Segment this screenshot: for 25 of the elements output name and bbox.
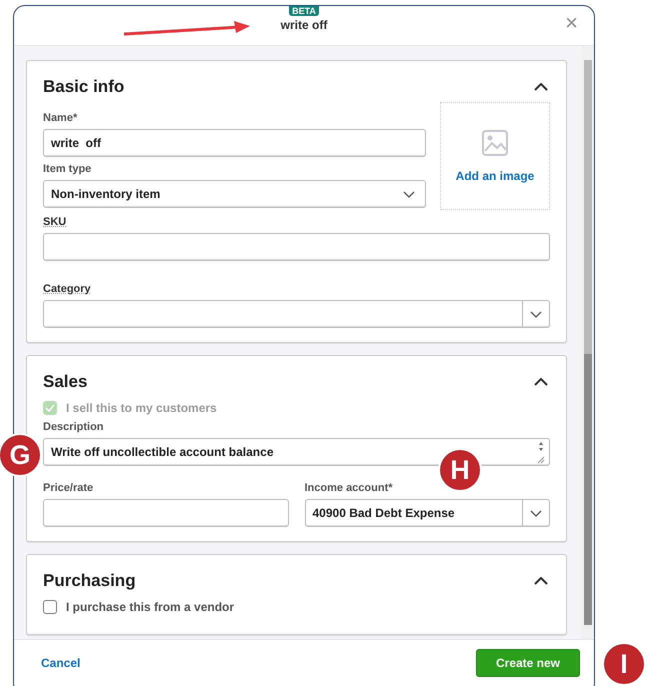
field-label: Category <box>43 283 91 295</box>
field-label: SKU <box>43 216 66 228</box>
close-button[interactable]: × <box>565 11 578 35</box>
cancel-link[interactable]: Cancel <box>41 656 80 670</box>
callout-marker: H <box>440 450 480 490</box>
section-title: Basic info <box>43 77 124 97</box>
field-label: Price/rate <box>43 482 94 494</box>
checkbox-label: I purchase this from a vendor <box>66 600 234 614</box>
create-new-button[interactable]: Create new <box>476 649 580 677</box>
dialog-title: write off <box>280 18 328 32</box>
item-type-dropdown[interactable]: Non-inventory item <box>43 180 426 208</box>
callout-marker: G <box>0 435 40 475</box>
add-image-link[interactable]: Add an image <box>456 169 534 183</box>
field-label: Income account* <box>304 482 393 494</box>
callout-marker: I <box>604 644 644 684</box>
checkbox-label: I sell this to my customers <box>66 401 217 415</box>
field-label: Name* <box>43 112 78 124</box>
field-label: Item type <box>43 163 92 175</box>
field-label: Description <box>43 421 104 433</box>
section-title: Purchasing <box>43 571 136 591</box>
income-account-dropdown[interactable]: 40900 Bad Debt Expense <box>304 499 550 527</box>
beta-badge: BETA <box>289 6 319 16</box>
image-upload-area[interactable]: Add an image <box>440 102 550 210</box>
section-title: Sales <box>43 372 88 392</box>
name-field[interactable]: write off <box>43 129 426 157</box>
